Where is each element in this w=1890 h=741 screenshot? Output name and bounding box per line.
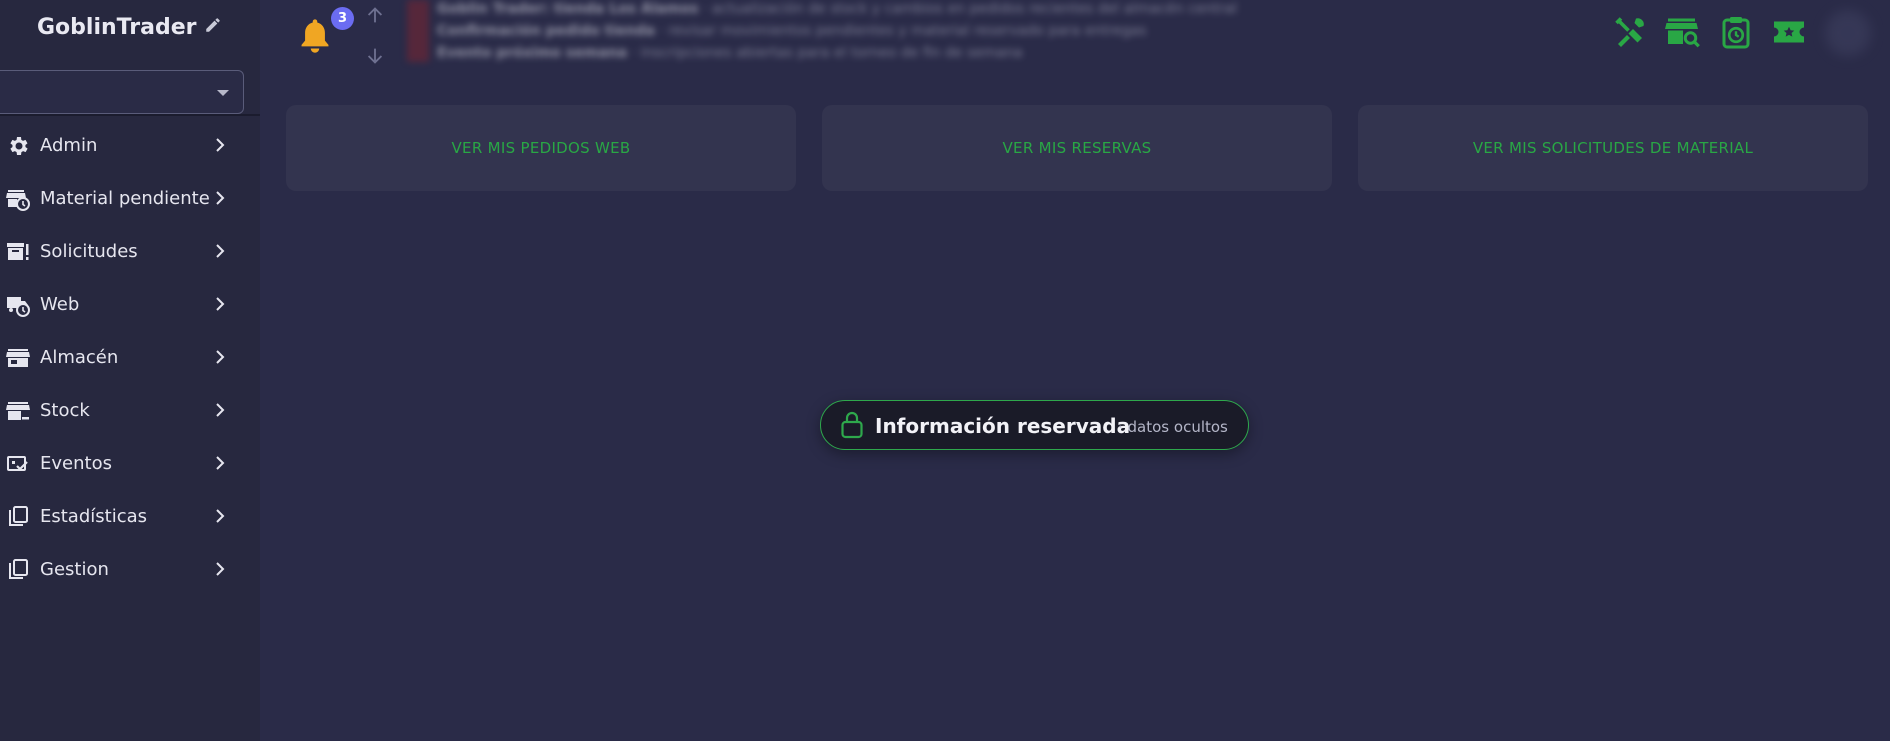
notification-badge: 3: [331, 7, 354, 30]
chevron-right-icon: [216, 509, 225, 523]
sidebar-item-label: Web: [40, 294, 80, 315]
privacy-subtitle: · datos ocultos: [1118, 418, 1228, 436]
clipboard-clock-icon[interactable]: [1718, 14, 1754, 50]
sidebar-item-solicitudes[interactable]: Solicitudes: [0, 225, 260, 278]
sidebar-item-eventos[interactable]: Eventos: [0, 437, 260, 490]
copy-icon: [9, 559, 28, 579]
ticker-line: Goblin Trader: tienda Los Álamos · actua…: [437, 1, 1237, 17]
chevron-down-icon: [217, 90, 229, 96]
sidebar-item-label: Material pendiente: [40, 188, 210, 209]
copy-icon: [9, 506, 28, 526]
card-label: VER MIS SOLICITUDES DE MATERIAL: [1472, 139, 1754, 157]
sidebar-divider: [0, 114, 260, 116]
privacy-notice: Información reservada · datos ocultos: [820, 400, 1249, 450]
lock-icon: [841, 411, 863, 439]
card-label: VER MIS RESERVAS: [1002, 139, 1152, 157]
chevron-right-icon: [216, 191, 225, 205]
event-check-icon: [7, 456, 28, 471]
gear-icon: [10, 137, 28, 155]
privacy-title: Información reservada: [875, 414, 1131, 438]
ticker-line: Confirmación pedido tienda · revisar mov…: [437, 23, 1147, 39]
ticker-line: Evento próximo semana · inscripciones ab…: [437, 45, 1023, 61]
truck-clock-icon: [7, 297, 30, 317]
sidebar-item-label: Admin: [40, 135, 98, 156]
sidebar-item-label: Solicitudes: [40, 241, 138, 262]
sidebar-item-admin[interactable]: Admin: [0, 119, 260, 172]
card-solicitudes-material[interactable]: VER MIS SOLICITUDES DE MATERIAL: [1358, 105, 1868, 191]
sidebar-item-label: Gestion: [40, 559, 109, 580]
app-title: GoblinTrader: [37, 14, 197, 40]
chevron-right-icon: [216, 350, 225, 364]
tools-icon[interactable]: [1612, 14, 1648, 50]
store-search-icon[interactable]: [1665, 14, 1701, 50]
sidebar-item-estadisticas[interactable]: Estadísticas: [0, 490, 260, 543]
storefront-icon: [6, 349, 30, 367]
archive-alert-icon: [7, 243, 29, 260]
card-reservas[interactable]: VER MIS RESERVAS: [822, 105, 1332, 191]
edit-icon[interactable]: [204, 16, 222, 34]
arrow-down-icon[interactable]: [364, 45, 386, 67]
user-avatar[interactable]: [1825, 10, 1871, 56]
sidebar-item-gestion[interactable]: Gestion: [0, 543, 260, 596]
arrow-up-icon[interactable]: [364, 4, 386, 26]
sidebar-item-label: Almacén: [40, 347, 119, 368]
sidebar-item-material-pendiente[interactable]: Material pendiente: [0, 172, 260, 225]
sidebar-item-label: Estadísticas: [40, 506, 148, 527]
chevron-right-icon: [216, 403, 225, 417]
card-label: VER MIS PEDIDOS WEB: [451, 139, 631, 157]
ticket-icon[interactable]: [1771, 14, 1807, 50]
chevron-right-icon: [216, 138, 225, 152]
store-select[interactable]: [0, 70, 244, 114]
chevron-right-icon: [216, 562, 225, 576]
chevron-right-icon: [216, 456, 225, 470]
sidebar-item-label: Stock: [40, 400, 90, 421]
sidebar-nav: Admin Material pendiente Solicitudes Web…: [0, 119, 260, 596]
store-clock-icon: [6, 190, 30, 211]
sidebar-item-stock[interactable]: Stock: [0, 384, 260, 437]
card-pedidos-web[interactable]: VER MIS PEDIDOS WEB: [286, 105, 796, 191]
chevron-right-icon: [216, 297, 225, 311]
sidebar: GoblinTrader Admin Material pendiente So…: [0, 0, 260, 741]
chevron-right-icon: [216, 244, 225, 258]
sidebar-item-label: Eventos: [40, 453, 112, 474]
sidebar-item-web[interactable]: Web: [0, 278, 260, 331]
topbar: 3 Goblin Trader: tienda Los Álamos · act…: [260, 0, 1890, 66]
brand: GoblinTrader: [37, 12, 196, 42]
news-ticker[interactable]: Goblin Trader: tienda Los Álamos · actua…: [407, 0, 1511, 62]
bell-icon[interactable]: [298, 16, 332, 54]
warehouse-minus-icon: [6, 402, 30, 420]
sidebar-item-almacen[interactable]: Almacén: [0, 331, 260, 384]
ticker-marker: [407, 0, 429, 62]
